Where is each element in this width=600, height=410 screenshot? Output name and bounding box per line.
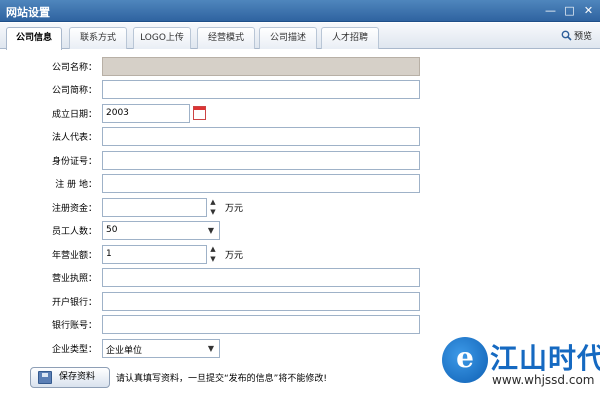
company-type-value: 企业单位 (106, 346, 143, 356)
reg-address-field[interactable] (102, 174, 420, 193)
chevron-down-icon[interactable]: ▼ (203, 222, 219, 239)
minimize-icon[interactable]: — (543, 3, 558, 18)
save-button-label: 保存资料 (59, 372, 96, 382)
stepper-down-icon[interactable]: ▼ (207, 255, 219, 265)
company-type-label: 企业类型： (51, 345, 97, 355)
company-short-label: 公司简称： (51, 86, 97, 96)
reg-capital-label: 注册资金： (51, 204, 97, 214)
watermark-name: 江山时代 (490, 342, 600, 375)
employees-select[interactable]: 50 ▼ (102, 221, 220, 240)
row-id-number: 身份证号： (0, 150, 600, 171)
row-reg-address: 注 册 地： (0, 173, 600, 194)
row-company-name: 公司名称： (0, 56, 600, 77)
employees-value: 50 (106, 225, 118, 235)
company-name-field (102, 57, 420, 76)
legal-rep-label: 法人代表： (51, 133, 97, 143)
calendar-icon[interactable] (193, 106, 206, 120)
row-reg-capital: 注册资金： ▲ ▼ 万元 (0, 197, 600, 218)
reg-address-label: 注 册 地： (55, 180, 97, 190)
row-bank: 开户银行： (0, 291, 600, 312)
stepper-up-icon[interactable]: ▲ (207, 198, 219, 208)
reg-capital-field[interactable] (102, 198, 207, 217)
preview-label: 预览 (573, 32, 592, 42)
bank-label: 开户银行： (51, 298, 97, 308)
tab-contact[interactable]: 联系方式 (69, 27, 127, 49)
brand-logo-icon: e (442, 337, 488, 383)
submit-notice: 请认真填写资料，一旦提交“发布的信息”将不能修改! (116, 374, 327, 384)
bank-field[interactable] (102, 292, 420, 311)
tab-label: 人才招聘 (331, 33, 368, 43)
tab-label: 联系方式 (79, 33, 116, 43)
row-business-license: 营业执照： (0, 267, 600, 288)
bank-account-label: 银行账号： (51, 321, 97, 331)
tab-recruitment[interactable]: 人才招聘 (321, 27, 379, 49)
reg-capital-unit: 万元 (225, 204, 244, 214)
business-license-field[interactable] (102, 268, 420, 287)
tab-label: 公司信息 (15, 33, 52, 43)
close-icon[interactable]: ✕ (581, 3, 596, 18)
window-title: 网站设置 (6, 6, 50, 19)
row-annual-revenue: 年营业额： 1 ▲ ▼ 万元 (0, 244, 600, 265)
company-type-select[interactable]: 企业单位 ▼ (102, 339, 220, 358)
save-button[interactable]: 保存资料 (30, 367, 110, 388)
legal-rep-field[interactable] (102, 127, 420, 146)
maximize-icon[interactable]: □ (562, 3, 577, 18)
magnifier-icon (561, 30, 572, 41)
tab-label: LOGO上传 (140, 33, 184, 43)
annual-revenue-unit: 万元 (225, 251, 244, 261)
tab-company-info[interactable]: 公司信息 (6, 27, 62, 50)
row-bank-account: 银行账号： (0, 314, 600, 335)
row-company-short: 公司简称： (0, 79, 600, 100)
row-legal-rep: 法人代表： (0, 126, 600, 147)
bank-account-field[interactable] (102, 315, 420, 334)
employees-label: 员工人数： (51, 227, 97, 237)
tab-bar: 公司信息 联系方式 LOGO上传 经营模式 公司描述 人才招聘 预览 (0, 23, 600, 50)
company-short-field[interactable] (102, 80, 420, 99)
company-name-label: 公司名称： (51, 63, 97, 73)
window-titlebar: 网站设置 — □ ✕ (0, 0, 600, 22)
floppy-disk-icon (38, 371, 52, 384)
row-founded-date: 成立日期： 2003 (0, 103, 600, 124)
row-employees: 员工人数： 50 ▼ (0, 220, 600, 241)
preview-button[interactable]: 预览 (561, 29, 592, 42)
annual-revenue-stepper[interactable]: ▲ ▼ (207, 245, 219, 264)
stepper-down-icon[interactable]: ▼ (207, 208, 219, 218)
business-license-label: 营业执照： (51, 274, 97, 284)
tab-business-model[interactable]: 经营模式 (197, 27, 255, 49)
annual-revenue-label: 年营业额： (51, 251, 97, 261)
tab-logo-upload[interactable]: LOGO上传 (133, 27, 191, 49)
tab-company-description[interactable]: 公司描述 (259, 27, 317, 49)
id-number-label: 身份证号： (51, 157, 97, 167)
site-watermark: e 江山时代 www.whjssd.com (440, 335, 600, 410)
founded-date-label: 成立日期： (51, 110, 97, 120)
watermark-url: www.whjssd.com (492, 373, 595, 387)
tab-label: 经营模式 (207, 33, 244, 43)
chevron-down-icon[interactable]: ▼ (203, 340, 219, 357)
id-number-field[interactable] (102, 151, 420, 170)
annual-revenue-field[interactable]: 1 (102, 245, 207, 264)
window-controls: — □ ✕ (543, 3, 596, 18)
founded-date-field[interactable]: 2003 (102, 104, 190, 123)
stepper-up-icon[interactable]: ▲ (207, 245, 219, 255)
tab-label: 公司描述 (269, 33, 306, 43)
reg-capital-stepper[interactable]: ▲ ▼ (207, 198, 219, 217)
